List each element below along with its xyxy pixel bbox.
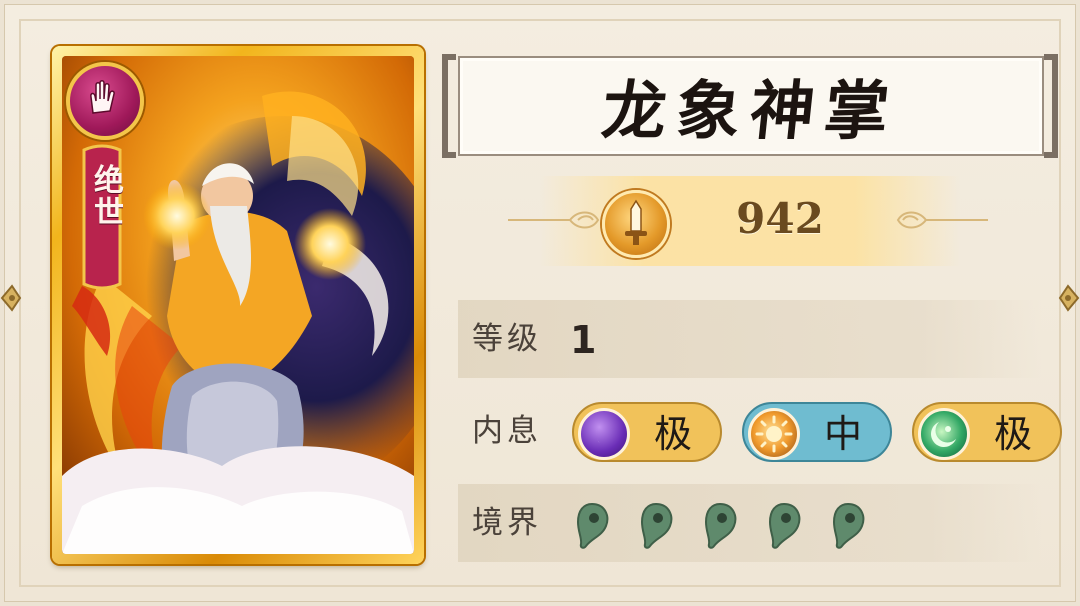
combat-power-value: 942 xyxy=(736,194,824,243)
neixi-attribute-3[interactable]: 极 xyxy=(912,402,1062,462)
realm-magatama-icon xyxy=(704,502,737,549)
neixi-grade-3: 极 xyxy=(993,412,1032,456)
combat-power-sword-icon xyxy=(602,190,670,258)
neixi-attribute-1[interactable]: 极 xyxy=(572,402,722,462)
level-label: 等级 xyxy=(472,321,542,357)
neixi-grade-1: 极 xyxy=(653,412,692,456)
level-value: 1 xyxy=(570,318,597,362)
neixi-grade-2: 中 xyxy=(823,412,862,456)
side-ornament-right-icon xyxy=(1058,284,1080,312)
skill-title-plate: 龙象神掌 xyxy=(458,56,1044,156)
realm-row: 境界 xyxy=(458,484,1042,562)
level-row: 等级 1 xyxy=(458,300,1042,378)
palm-skill-emblem-icon xyxy=(66,62,144,140)
realm-magatama-icon xyxy=(640,502,673,549)
purple-moon-orb-icon xyxy=(578,408,630,460)
realm-magatama-icon xyxy=(576,502,609,549)
orange-sun-orb-icon xyxy=(748,408,800,460)
green-crescent-orb-icon xyxy=(918,408,970,460)
realm-label: 境界 xyxy=(472,505,542,541)
neixi-attribute-2[interactable]: 中 xyxy=(742,402,892,462)
rarity-label: 绝世 xyxy=(88,164,123,228)
neixi-label: 内息 xyxy=(472,413,542,449)
skill-name: 龙象神掌 xyxy=(598,74,903,149)
power-deco-right-icon xyxy=(896,211,988,229)
realm-magatama-icon xyxy=(832,502,865,549)
title-bracket-left xyxy=(442,54,456,158)
power-deco-left-icon xyxy=(508,211,600,229)
side-ornament-left-icon xyxy=(0,284,22,312)
title-bracket-right xyxy=(1044,54,1058,158)
skill-card[interactable]: 绝世 xyxy=(52,46,424,564)
realm-magatama-icon xyxy=(768,502,801,549)
